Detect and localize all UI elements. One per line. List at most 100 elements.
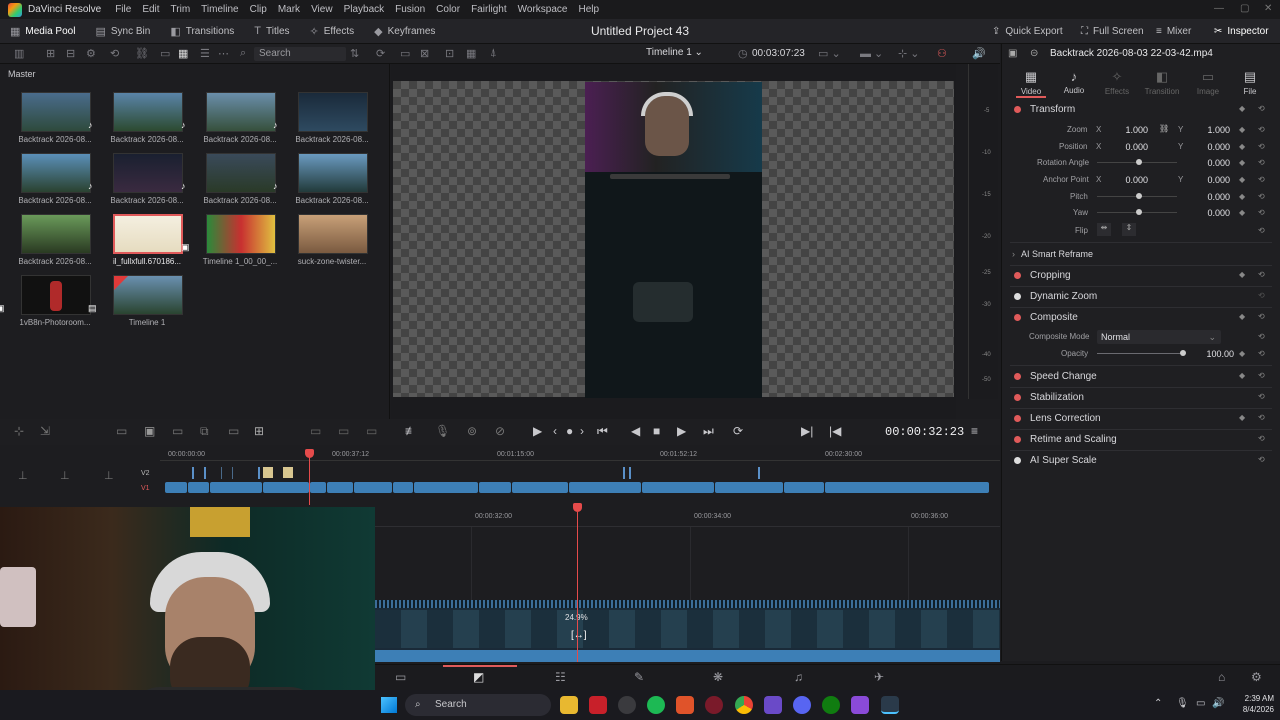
v1-clip[interactable] [327,482,353,493]
section-transform[interactable]: Transform [1014,104,1075,115]
media-clip[interactable]: ♪ Backtrack 2026-08... [0,92,92,152]
inspector-button[interactable]: ✂ Inspector [1214,19,1269,44]
reset-icon[interactable]: ⟲ [1258,392,1265,401]
viewer-split-icon[interactable]: ⊠ [420,47,429,60]
import-icon[interactable]: ⊞ [46,47,55,60]
keyframe-icon[interactable]: ◆ [1239,312,1245,321]
sync-icon[interactable]: ⚇ [937,47,947,60]
v1-clip[interactable] [188,482,209,493]
sort-icon[interactable]: ⇅ [350,47,359,60]
media-clip[interactable]: ♪ Backtrack 2026-08... [181,92,277,152]
app-icon[interactable] [851,696,869,714]
v2-clip[interactable] [232,467,233,479]
reset-icon[interactable]: ⟲ [1258,455,1265,464]
media-clip[interactable]: ♪ Backtrack 2026-08... [273,92,369,152]
keyframe-icon[interactable]: ◆ [1239,192,1245,201]
obs-icon[interactable] [618,696,636,714]
keyframe-icon[interactable]: ◆ [1239,125,1245,134]
menu-fusion[interactable]: Fusion [395,4,425,15]
next-edit-button[interactable]: ▶| [801,424,813,438]
list-view-icon[interactable]: ☰ [200,47,210,60]
minimize-icon[interactable]: — [1214,3,1224,14]
section-retime-scaling[interactable]: Retime and Scaling [1014,434,1117,445]
zoomed-v1-track[interactable] [375,600,1000,662]
mark-out-icon[interactable]: › [580,424,584,438]
v2-clip[interactable] [258,467,260,479]
keyframe-icon[interactable]: ◆ [1239,158,1245,167]
sync-bin-button[interactable]: ▤ Sync Bin [85,19,160,44]
keyframe-icon[interactable]: ◆ [1239,104,1245,113]
menu-clip[interactable]: Clip [250,4,267,15]
reset-icon[interactable]: ⟲ [1258,371,1265,380]
v1-clip[interactable] [479,482,511,493]
tab-effects[interactable]: ✧ Effects [1097,69,1137,96]
tab-image[interactable]: ▭ Image [1188,69,1228,96]
taskbar-search[interactable]: ⌕ Search [405,694,551,716]
playhead[interactable] [309,457,310,505]
audio-scrub-icon[interactable]: 🎙 [435,424,450,438]
position-y-input[interactable]: 0.000 [1188,142,1230,152]
v1-clip[interactable] [642,482,714,493]
media-clip[interactable]: ♪ Backtrack 2026-08... [88,92,184,152]
reset-icon[interactable]: ⟲ [1258,349,1265,358]
reset-icon[interactable]: ⟲ [1258,291,1265,300]
sidebar-toggle-icon[interactable]: ▥ [14,47,24,60]
enable-toggle[interactable] [1014,313,1021,321]
place-on-top-icon[interactable]: ▭ [228,424,239,438]
track-lock-icon[interactable]: ⊥ [18,469,28,482]
v1-clip[interactable] [354,482,392,493]
cut-page-icon[interactable]: ◩ [473,670,484,684]
media-clip[interactable]: ▣ 1vB8n-Photoroom... [0,275,91,335]
viewer-layout-icon[interactable]: ▭ [400,47,410,60]
zoomed-playhead[interactable] [577,512,578,662]
volume-icon[interactable]: 🔊 [972,47,986,60]
jump-end-button[interactable]: ⏭ [703,424,714,439]
opacity-slider[interactable] [1097,353,1181,354]
edit-page-icon[interactable]: ☷ [555,670,566,684]
reset-icon[interactable]: ⟲ [1258,175,1265,184]
viewer-mode-icon[interactable]: ⊡ [445,47,454,60]
append-icon[interactable]: ⊞ [254,424,264,438]
enable-toggle[interactable] [1014,393,1021,401]
track-height-icon[interactable]: ⊥ [60,469,70,482]
fairlight-page-icon[interactable]: ♫ [794,670,803,684]
ripple-icon[interactable]: ▭ [310,424,321,438]
v1-clip[interactable] [715,482,783,493]
reset-icon[interactable]: ⟲ [1258,208,1265,217]
v1-clip[interactable] [825,482,989,493]
section-stabilization[interactable]: Stabilization [1014,392,1084,403]
viewer-options-icon[interactable]: ≡ [971,424,978,438]
opacity-input[interactable]: 100.00 [1188,349,1234,359]
clip-link-icon[interactable]: ⊝ [1030,48,1038,59]
reset-icon[interactable]: ⟲ [1258,158,1265,167]
brave-icon[interactable] [676,696,694,714]
thumbnail-view-icon[interactable]: ▦ [178,47,188,60]
settings-icon[interactable]: ⚙ [1251,670,1262,684]
yaw-input[interactable]: 0.000 [1188,208,1230,218]
composite-mode-select[interactable]: Normal ⌄ [1097,330,1221,344]
v2-clip[interactable] [758,467,760,479]
opacity-slider-knob[interactable] [1180,350,1186,356]
media-clip[interactable]: ♪ Backtrack 2026-08... [273,153,369,213]
spotify-icon[interactable] [647,696,665,714]
bin-name[interactable]: Master [8,69,36,79]
effects-button[interactable]: ✧ Effects [300,19,365,44]
reset-icon[interactable]: ⟲ [1258,270,1265,279]
media-clip[interactable]: il_fullxfull.670186... [92,214,183,274]
xbox-icon[interactable] [822,696,840,714]
menu-color[interactable]: Color [436,4,460,15]
menu-help[interactable]: Help [578,4,599,15]
tab-video[interactable]: ▦ Video [1011,69,1051,96]
file-explorer-icon[interactable] [560,696,578,714]
section-super-scale[interactable]: AI Super Scale [1014,455,1097,466]
v1-clip[interactable] [263,482,309,493]
v1-clip[interactable] [414,482,478,493]
track-options-icon[interactable]: ⊥ [104,469,114,482]
reset-icon[interactable]: ⟲ [1258,332,1265,341]
new-bin-icon[interactable]: ⊟ [66,47,75,60]
transform-icon[interactable]: ⍋ [490,47,497,60]
windows-start-icon[interactable] [381,697,397,713]
pitch-slider-knob[interactable] [1136,193,1142,199]
menu-fairlight[interactable]: Fairlight [471,4,507,15]
enable-toggle[interactable] [1014,435,1021,443]
